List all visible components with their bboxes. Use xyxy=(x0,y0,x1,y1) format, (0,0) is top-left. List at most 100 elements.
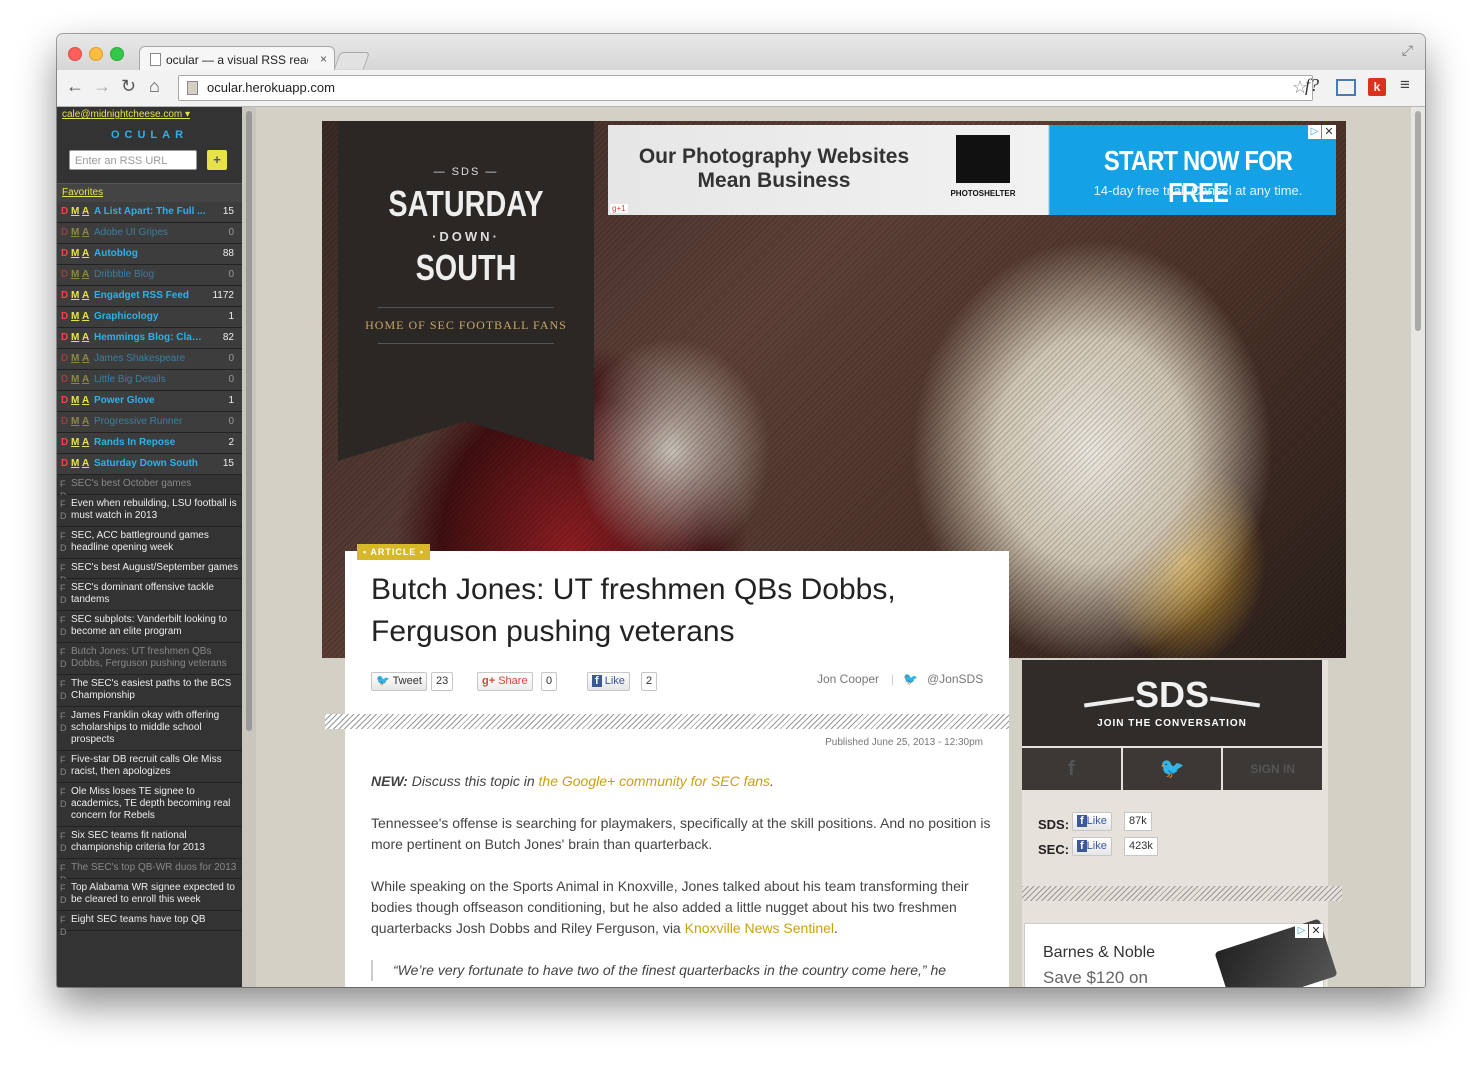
article-title[interactable]: SEC's best August/September games xyxy=(71,562,238,573)
article-flags[interactable]: FD xyxy=(60,710,68,734)
gplus-share-button[interactable]: g+ Share xyxy=(477,672,533,691)
back-icon[interactable]: ← xyxy=(66,76,84,97)
article-title[interactable]: SEC subplots: Vanderbilt looking to beco… xyxy=(71,614,227,637)
knoxville-news-link[interactable]: Knoxville News Sentinel xyxy=(685,920,834,936)
article-flags[interactable]: FD xyxy=(60,830,68,854)
view-all-button[interactable]: A xyxy=(82,202,89,222)
scroll-thumb[interactable] xyxy=(1415,111,1421,331)
feed-item[interactable]: D M A James Shakespeare 0 xyxy=(57,349,242,370)
delete-feed-button[interactable]: D xyxy=(61,412,68,432)
sds-join-box[interactable]: SDS JOIN THE CONVERSATION xyxy=(1022,660,1322,746)
feed-name[interactable]: Rands In Repose xyxy=(94,433,206,453)
new-tab-button[interactable] xyxy=(333,52,371,69)
article-list-item[interactable]: F D Six SEC teams fit national championshi… xyxy=(57,827,242,859)
author-name[interactable]: Jon Cooper xyxy=(817,672,879,686)
view-all-button[interactable]: A xyxy=(82,328,89,348)
sec-like-button[interactable]: f Like xyxy=(1072,837,1112,856)
author-twitter[interactable]: @JonSDS xyxy=(927,672,983,686)
close-window-button[interactable] xyxy=(68,47,82,61)
page-scrollbar[interactable] xyxy=(1411,107,1425,987)
mark-read-button[interactable]: M xyxy=(71,370,79,390)
adchoices-icon[interactable]: ▷ xyxy=(1295,924,1308,938)
view-all-button[interactable]: A xyxy=(82,286,89,306)
mark-read-button[interactable]: M xyxy=(71,286,79,306)
twitter-icon[interactable]: 🐦 xyxy=(1122,748,1222,790)
feed-item[interactable]: D M A Rands In Repose 2 xyxy=(57,433,242,454)
mark-read-button[interactable]: M xyxy=(71,349,79,369)
delete-feed-button[interactable]: D xyxy=(61,433,68,453)
article-title[interactable]: The SEC's easiest paths to the BCS Champ… xyxy=(71,678,231,701)
forward-icon[interactable]: → xyxy=(93,76,111,97)
delete-feed-button[interactable]: D xyxy=(61,454,68,474)
delete-feed-button[interactable]: D xyxy=(61,223,68,243)
article-list-item[interactable]: F D Ole Miss loses TE signee to academics,… xyxy=(57,783,242,827)
screen-capture-icon[interactable] xyxy=(1336,79,1356,96)
tweet-button[interactable]: 🐦 Tweet xyxy=(371,672,427,691)
rss-url-input[interactable]: Enter an RSS URL xyxy=(69,150,197,170)
fullscreen-icon[interactable]: ⤢ xyxy=(1402,42,1413,59)
feed-name[interactable]: Saturday Down South xyxy=(94,454,206,474)
tab-ocular[interactable]: ocular — a visual RSS reader × xyxy=(139,46,335,72)
favorites-link[interactable]: Favorites xyxy=(62,187,103,198)
fquery-extension-icon[interactable]: f? xyxy=(1305,75,1319,96)
article-flags[interactable]: FD xyxy=(60,498,68,522)
feed-item[interactable]: D M A Little Big Details 0 xyxy=(57,370,242,391)
mark-read-button[interactable]: M xyxy=(71,307,79,327)
article-flags[interactable]: FD xyxy=(60,914,68,938)
feed-name[interactable]: Little Big Details xyxy=(94,370,206,390)
zoom-window-button[interactable] xyxy=(110,47,124,61)
feed-name[interactable]: Dribbble Blog xyxy=(94,265,206,285)
article-flags[interactable]: FD xyxy=(60,614,68,638)
delete-feed-button[interactable]: D xyxy=(61,244,68,264)
article-title[interactable]: Even when rebuilding, LSU football is mu… xyxy=(71,498,237,521)
feed-item[interactable]: D M A Engadget RSS Feed 1172 xyxy=(57,286,242,307)
feed-name[interactable]: Hemmings Blog: Class... xyxy=(94,328,206,348)
mark-read-button[interactable]: M xyxy=(71,454,79,474)
article-list-item[interactable]: F D The SEC's easiest paths to the BCS Cha… xyxy=(57,675,242,707)
article-list-item[interactable]: FDSEC's best August/September games xyxy=(57,559,242,585)
mark-read-button[interactable]: M xyxy=(71,433,79,453)
mark-read-button[interactable]: M xyxy=(71,391,79,411)
article-title[interactable]: SEC's best October games xyxy=(71,478,191,489)
feed-name[interactable]: A List Apart: The Full ... xyxy=(94,202,206,222)
view-all-button[interactable]: A xyxy=(82,433,89,453)
feed-item[interactable]: D M A Saturday Down South 15 xyxy=(57,454,242,475)
fb-like-button[interactable]: f Like xyxy=(587,672,630,691)
article-list-item[interactable]: F D SEC subplots: Vanderbilt looking to be… xyxy=(57,611,242,643)
article-list-item[interactable]: F D Top Alabama WR signee expected to be c… xyxy=(57,879,242,911)
article-list-item[interactable]: F D SEC, ACC battleground games headline o… xyxy=(57,527,242,559)
gplus-one-icon[interactable]: g+1 xyxy=(610,204,628,213)
article-title[interactable]: Five-star DB recruit calls Ole Miss raci… xyxy=(71,754,222,777)
feed-item[interactable]: D M A Dribbble Blog 0 xyxy=(57,265,242,286)
scroll-thumb[interactable] xyxy=(246,111,252,731)
delete-feed-button[interactable]: D xyxy=(61,265,68,285)
article-flags[interactable]: FD xyxy=(60,786,68,810)
mark-read-button[interactable]: M xyxy=(71,202,79,222)
view-all-button[interactable]: A xyxy=(82,244,89,264)
feed-name[interactable]: Power Glove xyxy=(94,391,206,411)
feed-item[interactable]: D M A Autoblog 88 xyxy=(57,244,242,265)
article-list-item[interactable]: FDThe SEC's top QB-WR duos for 2013 xyxy=(57,859,242,885)
minimize-window-button[interactable] xyxy=(89,47,103,61)
delete-feed-button[interactable]: D xyxy=(61,286,68,306)
article-flags[interactable]: FD xyxy=(60,678,68,702)
mark-read-button[interactable]: M xyxy=(71,244,79,264)
view-all-button[interactable]: A xyxy=(82,223,89,243)
feed-item[interactable]: D M A Graphicology 1 xyxy=(57,307,242,328)
article-flags[interactable]: FD xyxy=(60,530,68,554)
sign-in-button[interactable]: SIGN IN xyxy=(1223,748,1323,790)
delete-feed-button[interactable]: D xyxy=(61,307,68,327)
sds-like-button[interactable]: f Like xyxy=(1072,812,1112,831)
article-list-item[interactable]: F D Even when rebuilding, LSU football is … xyxy=(57,495,242,527)
article-title[interactable]: Ole Miss loses TE signee to academics, T… xyxy=(71,786,230,821)
view-all-button[interactable]: A xyxy=(82,370,89,390)
banner-ad[interactable]: Our Photography Websites Mean Business P… xyxy=(608,125,1336,215)
reload-icon[interactable]: ↻ xyxy=(121,76,136,97)
site-logo[interactable]: — SDS — SATURDAY ·DOWN· SOUTH HOME OF SE… xyxy=(338,121,594,461)
feed-item[interactable]: D M A Progressive Runner 0 xyxy=(57,412,242,433)
view-all-button[interactable]: A xyxy=(82,412,89,432)
mark-read-button[interactable]: M xyxy=(71,223,79,243)
article-title[interactable]: SEC, ACC battleground games headline ope… xyxy=(71,530,209,553)
view-all-button[interactable]: A xyxy=(82,307,89,327)
feed-name[interactable]: Progressive Runner xyxy=(94,412,206,432)
